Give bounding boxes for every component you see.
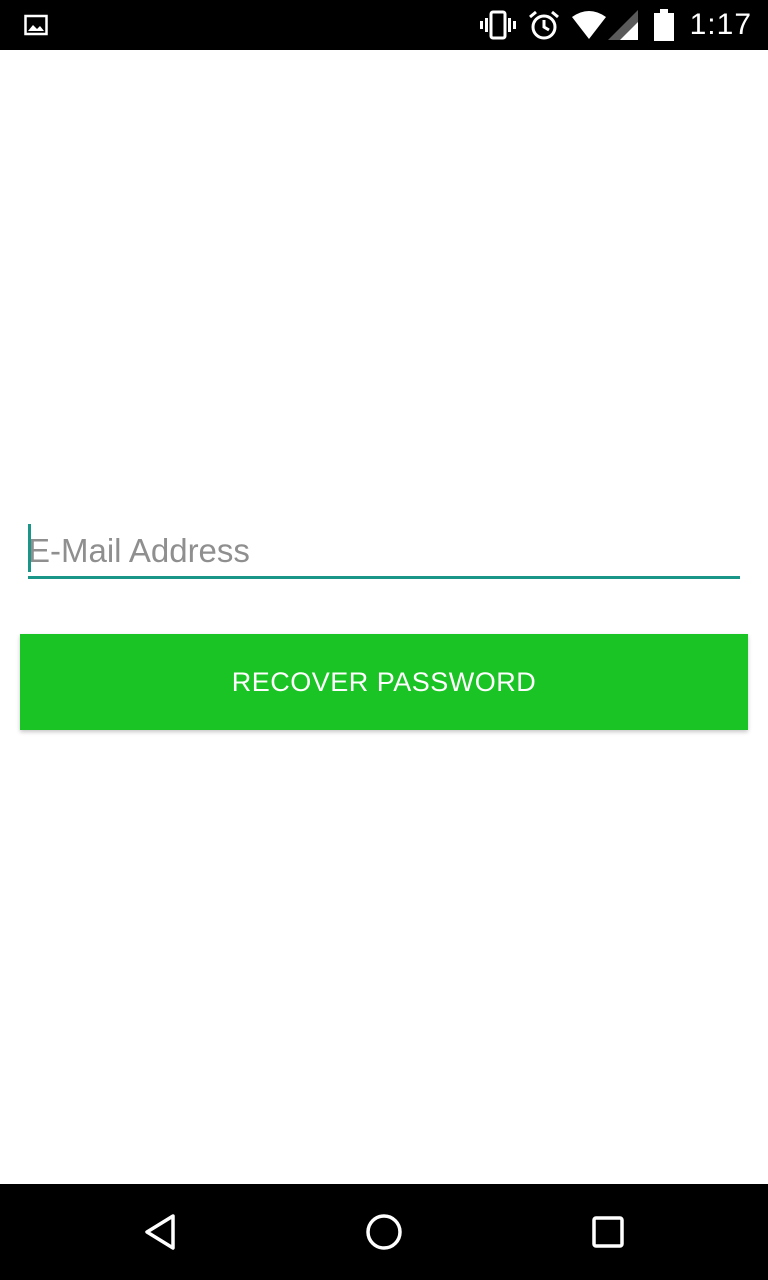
status-bar: 1:17 [0,0,768,50]
home-icon[interactable] [360,1208,408,1256]
wifi-icon [571,11,606,39]
battery-icon [653,9,674,41]
navigation-bar [0,1184,768,1280]
signal-icon [607,10,638,40]
status-time: 1:17 [689,8,752,41]
email-underline [28,576,740,579]
email-input[interactable] [28,520,740,576]
back-icon[interactable] [136,1208,184,1256]
text-cursor [28,524,31,572]
status-icons: 1:17 [468,0,752,50]
email-field[interactable] [28,520,740,580]
vibrate-icon [479,10,516,40]
alarm-icon [528,9,560,41]
recover-password-screen: 1:17 RECOVER PASSWORD [0,0,768,1280]
recent-apps-icon[interactable] [584,1208,632,1256]
image-icon [24,13,48,37]
recover-password-button[interactable]: RECOVER PASSWORD [20,634,748,730]
